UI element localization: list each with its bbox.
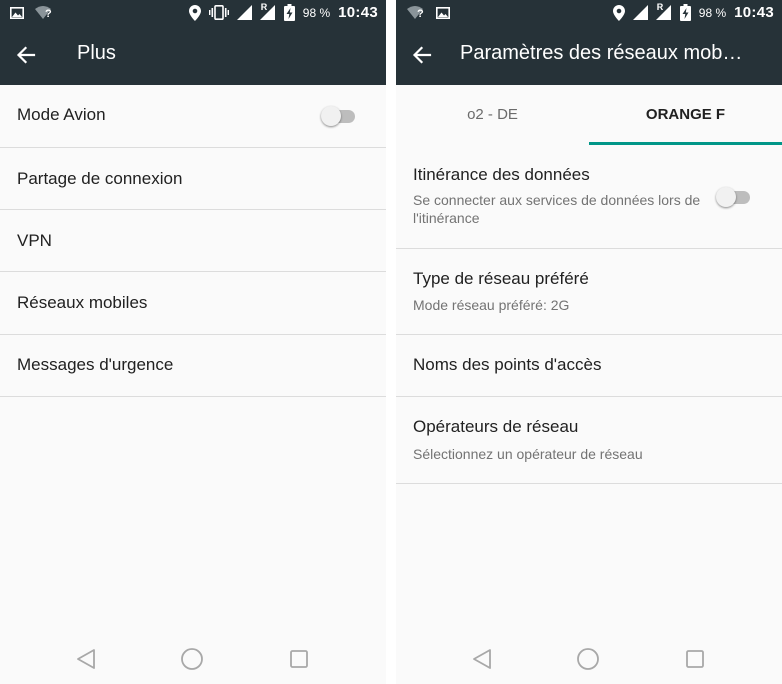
signal-icon <box>236 5 252 20</box>
recents-square-icon <box>290 650 308 668</box>
settings-item-network-operators[interactable]: Opérateurs de réseau Sélectionnez un opé… <box>396 397 782 484</box>
roaming-label: R <box>260 2 268 12</box>
item-subtitle: Mode réseau préféré: 2G <box>413 297 570 313</box>
battery-charging-icon <box>283 4 295 21</box>
navigation-bar <box>0 632 386 684</box>
clock: 10:43 <box>338 4 378 21</box>
status-bar: ? R 98 % 10:43 <box>0 0 386 25</box>
roaming-signal-icon: R <box>259 2 276 20</box>
image-notification-icon <box>436 6 450 19</box>
item-label: Mode Avion <box>17 105 106 124</box>
clock: 10:43 <box>734 4 774 21</box>
item-title: Itinérance des données <box>413 165 590 184</box>
home-circle-icon <box>181 648 203 670</box>
location-icon <box>612 4 625 21</box>
settings-list: Itinérance des données Se connecter aux … <box>396 145 782 484</box>
settings-item-vpn[interactable]: VPN <box>0 210 386 272</box>
nav-back-button[interactable] <box>468 645 496 673</box>
item-title: Opérateurs de réseau <box>413 417 579 436</box>
navigation-bar <box>396 632 782 684</box>
screen-plus: ? R 98 % 10:43 Plus Mode Avion Partage d… <box>0 0 386 684</box>
page-title: Plus <box>77 42 116 64</box>
item-label: Partage de connexion <box>17 169 183 188</box>
nav-recents-button[interactable] <box>285 645 313 673</box>
back-triangle-icon <box>473 649 491 669</box>
toggle-thumb <box>716 187 736 207</box>
back-triangle-icon <box>77 649 95 669</box>
home-circle-icon <box>577 648 599 670</box>
item-subtitle: Sélectionnez un opérateur de réseau <box>413 446 643 462</box>
back-button[interactable] <box>406 39 438 71</box>
item-label: Réseaux mobiles <box>17 293 148 312</box>
settings-item-preferred-network-type[interactable]: Type de réseau préféré Mode réseau préfé… <box>396 249 782 335</box>
data-roaming-toggle[interactable] <box>716 187 752 207</box>
page-title: Paramètres des réseaux mob… <box>460 42 743 64</box>
settings-item-tethering[interactable]: Partage de connexion <box>0 148 386 210</box>
arrow-left-icon <box>412 46 432 64</box>
item-title: Noms des points d'accès <box>413 355 602 374</box>
item-label: Messages d'urgence <box>17 355 174 374</box>
roaming-label: R <box>656 2 664 12</box>
item-label: VPN <box>17 231 52 250</box>
settings-item-emergency-alerts[interactable]: Messages d'urgence <box>0 335 386 397</box>
battery-charging-icon <box>679 4 691 21</box>
tab-label: ORANGE F <box>645 106 726 123</box>
image-notification-icon <box>10 6 24 19</box>
toolbar: Plus <box>0 25 386 85</box>
settings-list: Mode Avion Partage de connexion VPN Rése… <box>0 85 386 397</box>
airplane-mode-toggle[interactable] <box>321 106 357 126</box>
toolbar: Paramètres des réseaux mob… <box>396 25 782 85</box>
signal-icon <box>632 5 648 20</box>
sim-tabs: o2 - DE ORANGE F <box>396 85 782 145</box>
vibrate-icon <box>208 5 229 20</box>
nav-recents-button[interactable] <box>681 645 709 673</box>
settings-item-airplane-mode[interactable]: Mode Avion <box>0 85 386 148</box>
tab-o2-de[interactable]: o2 - DE <box>396 85 589 145</box>
item-subtitle: Se connecter aux services de données lor… <box>413 192 701 226</box>
wifi-unknown-icon: ? <box>406 5 426 21</box>
settings-item-mobile-networks[interactable]: Réseaux mobiles <box>0 272 386 335</box>
battery-percent: 98 % <box>698 5 727 20</box>
settings-item-access-point-names[interactable]: Noms des points d'accès <box>396 335 782 397</box>
wifi-unknown-icon: ? <box>34 5 54 21</box>
item-title: Type de réseau préféré <box>413 269 589 288</box>
nav-home-button[interactable] <box>178 645 206 673</box>
back-button[interactable] <box>10 39 42 71</box>
wifi-unknown-label: ? <box>45 7 52 20</box>
tab-orange-f[interactable]: ORANGE F <box>589 85 782 145</box>
status-bar: ? R 98 % 10:43 <box>396 0 782 25</box>
wifi-unknown-label: ? <box>417 7 424 20</box>
tab-label: o2 - DE <box>467 106 518 123</box>
recents-square-icon <box>686 650 704 668</box>
toggle-thumb <box>321 106 341 126</box>
location-icon <box>188 4 201 21</box>
nav-back-button[interactable] <box>72 645 100 673</box>
screen-mobile-network-settings: ? R 98 % 10:43 Paramètres des réseaux mo… <box>396 0 782 684</box>
arrow-left-icon <box>16 46 36 64</box>
battery-percent: 98 % <box>302 5 331 20</box>
settings-item-data-roaming[interactable]: Itinérance des données Se connecter aux … <box>396 145 782 249</box>
nav-home-button[interactable] <box>574 645 602 673</box>
roaming-signal-icon: R <box>655 2 672 20</box>
